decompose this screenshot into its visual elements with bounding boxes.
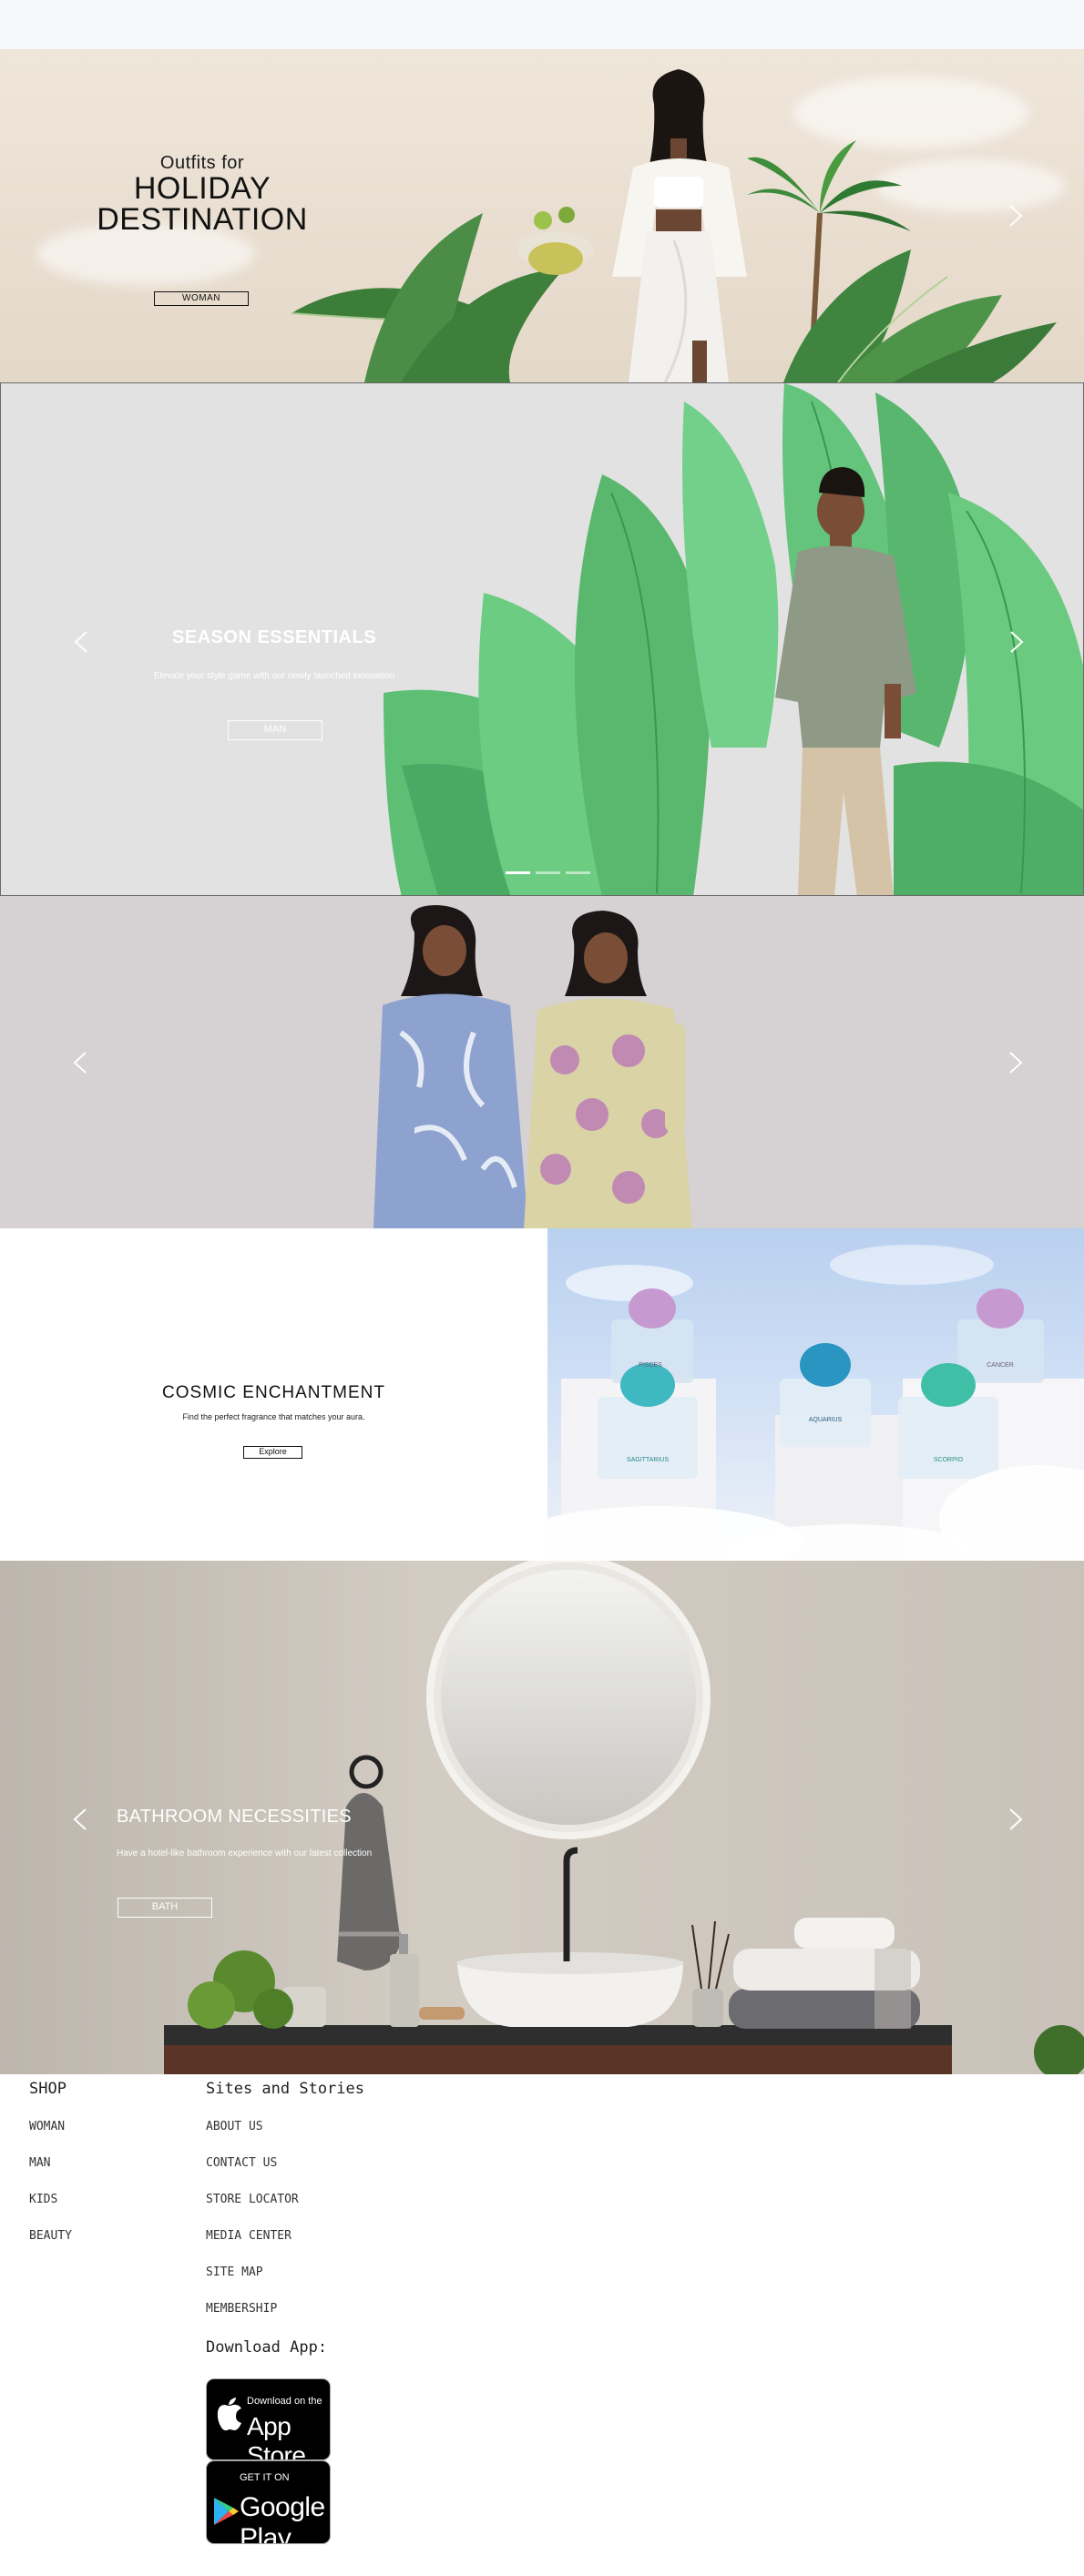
app-store-badge[interactable]: Download on the App Store	[206, 2378, 331, 2460]
bottle-label: CANCER	[987, 1362, 1014, 1369]
carousel-dot[interactable]	[506, 871, 530, 874]
slide-title: BATHROOM NECESSITIES	[117, 1807, 352, 1827]
bottle-label: SAGITTARIUS	[627, 1457, 669, 1463]
top-bar	[0, 0, 1084, 49]
bottle-label: AQUARIUS	[809, 1417, 843, 1423]
headline-line-2: DESTINATION	[97, 202, 308, 237]
next-arrow-icon[interactable]	[999, 200, 1030, 231]
footer-link-woman[interactable]: WOMAN	[29, 2120, 65, 2133]
man-button[interactable]: MAN	[228, 720, 322, 740]
next-arrow-icon[interactable]	[999, 1804, 1030, 1835]
hero-slide-season-essentials[interactable]: SEASON ESSENTIALS Elevate your style gam…	[0, 382, 1084, 896]
google-play-big-text: Google Play	[240, 2492, 325, 2544]
google-play-icon	[214, 2498, 239, 2525]
slide-title: COSMIC ENCHANTMENT	[162, 1383, 385, 1402]
fragrance-image-panel: PISCES AQUARIUS SAGITTARIUS CANCER SCORP…	[547, 1228, 1084, 1561]
carousel-dot[interactable]	[566, 871, 590, 874]
app-store-big-text: App Store	[247, 2412, 306, 2460]
carousel-pagination	[506, 871, 590, 874]
woman-button[interactable]: WOMAN	[154, 291, 249, 306]
slide-subtitle: Have a hotel-like bathroom experience wi…	[117, 1848, 373, 1858]
footer-link-beauty[interactable]: BEAUTY	[29, 2229, 72, 2243]
footer-link-membership[interactable]: MEMBERSHIP	[206, 2302, 277, 2316]
slide-title: SEASON ESSENTIALS	[171, 627, 377, 647]
hero-headline: HOLIDAY DESTINATION	[0, 173, 404, 235]
hero-slide-bathroom[interactable]: BATHROOM NECESSITIES Have a hotel-like b…	[0, 1561, 1084, 2074]
download-app-heading: Download App:	[206, 2338, 328, 2357]
headline-line-1: HOLIDAY	[133, 171, 271, 206]
inflatable-leaves-illustration	[383, 383, 1083, 895]
shop-heading: SHOP	[29, 2080, 66, 2098]
hero-slide-holiday[interactable]: Outfits for HOLIDAY DESTINATION WOMAN	[0, 49, 1084, 382]
site-footer: SHOP WOMAN MAN KIDS BEAUTY Sites and Sto…	[0, 2074, 1084, 2576]
google-play-small-text: GET IT ON	[240, 2472, 290, 2483]
fragrance-text-panel: COSMIC ENCHANTMENT Find the perfect frag…	[0, 1228, 547, 1561]
explore-button[interactable]: Explore	[243, 1446, 302, 1459]
google-play-badge[interactable]: GET IT ON Google Play	[206, 2460, 331, 2544]
footer-link-media-center[interactable]: MEDIA CENTER	[206, 2229, 291, 2243]
next-arrow-icon[interactable]	[1000, 626, 1031, 657]
prev-arrow-icon[interactable]	[66, 1047, 97, 1078]
footer-link-site-map[interactable]: SITE MAP	[206, 2265, 263, 2279]
slide-subtitle: Elevate your style game with our newly l…	[153, 671, 395, 681]
next-arrow-icon[interactable]	[999, 1047, 1030, 1078]
slide-subtitle: Find the perfect fragrance that matches …	[182, 1412, 365, 1421]
hero-slide-fragrance[interactable]: COSMIC ENCHANTMENT Find the perfect frag…	[0, 1228, 1084, 1561]
footer-link-kids[interactable]: KIDS	[29, 2193, 57, 2206]
carousel-dot[interactable]	[536, 871, 560, 874]
bottle-label: PISCES	[639, 1362, 662, 1369]
sites-stories-heading: Sites and Stories	[206, 2080, 364, 2098]
prev-arrow-icon[interactable]	[66, 1804, 97, 1835]
prev-arrow-icon[interactable]	[66, 626, 97, 657]
bath-button[interactable]: BATH	[118, 1898, 212, 1918]
footer-link-contact-us[interactable]: CONTACT US	[206, 2156, 277, 2170]
footer-link-store-locator[interactable]: STORE LOCATOR	[206, 2193, 299, 2206]
footer-link-about-us[interactable]: ABOUT US	[206, 2120, 263, 2133]
app-store-small-text: Download on the	[247, 2396, 322, 2407]
hero-slide-ethnic-wear[interactable]	[0, 896, 1084, 1228]
two-models-illustration	[373, 905, 692, 1228]
apple-logo-icon	[217, 2398, 241, 2431]
bottle-label: SCORPIO	[934, 1457, 964, 1463]
perfume-bottles-illustration: PISCES AQUARIUS SAGITTARIUS CANCER SCORP…	[547, 1245, 1084, 1561]
footer-link-man[interactable]: MAN	[29, 2156, 50, 2170]
